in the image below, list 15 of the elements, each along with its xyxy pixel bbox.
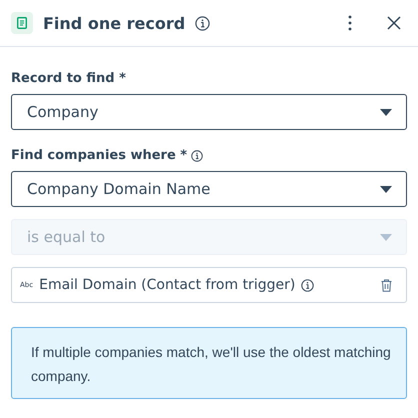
dropdown[interactable]: Company (11, 94, 407, 130)
trash-icon[interactable] (381, 278, 392, 292)
token-text: Email Domain (Contact from trigger) (39, 277, 296, 293)
dropdown[interactable]: Company Domain Name (11, 171, 407, 207)
caret-icon (380, 234, 392, 240)
field-label: Record to find * (11, 71, 126, 86)
info-icon (195, 16, 210, 30)
field-label: Find companies where * (11, 148, 188, 163)
caret-icon (380, 186, 392, 192)
caret-icon (380, 108, 392, 116)
record-icon (11, 12, 33, 34)
info-message: If multiple companies match, we'll use the oldest matching company. (11, 327, 407, 399)
info-icon (301, 278, 314, 292)
panel-title: Find one record (43, 14, 186, 32)
info-icon (191, 150, 204, 162)
